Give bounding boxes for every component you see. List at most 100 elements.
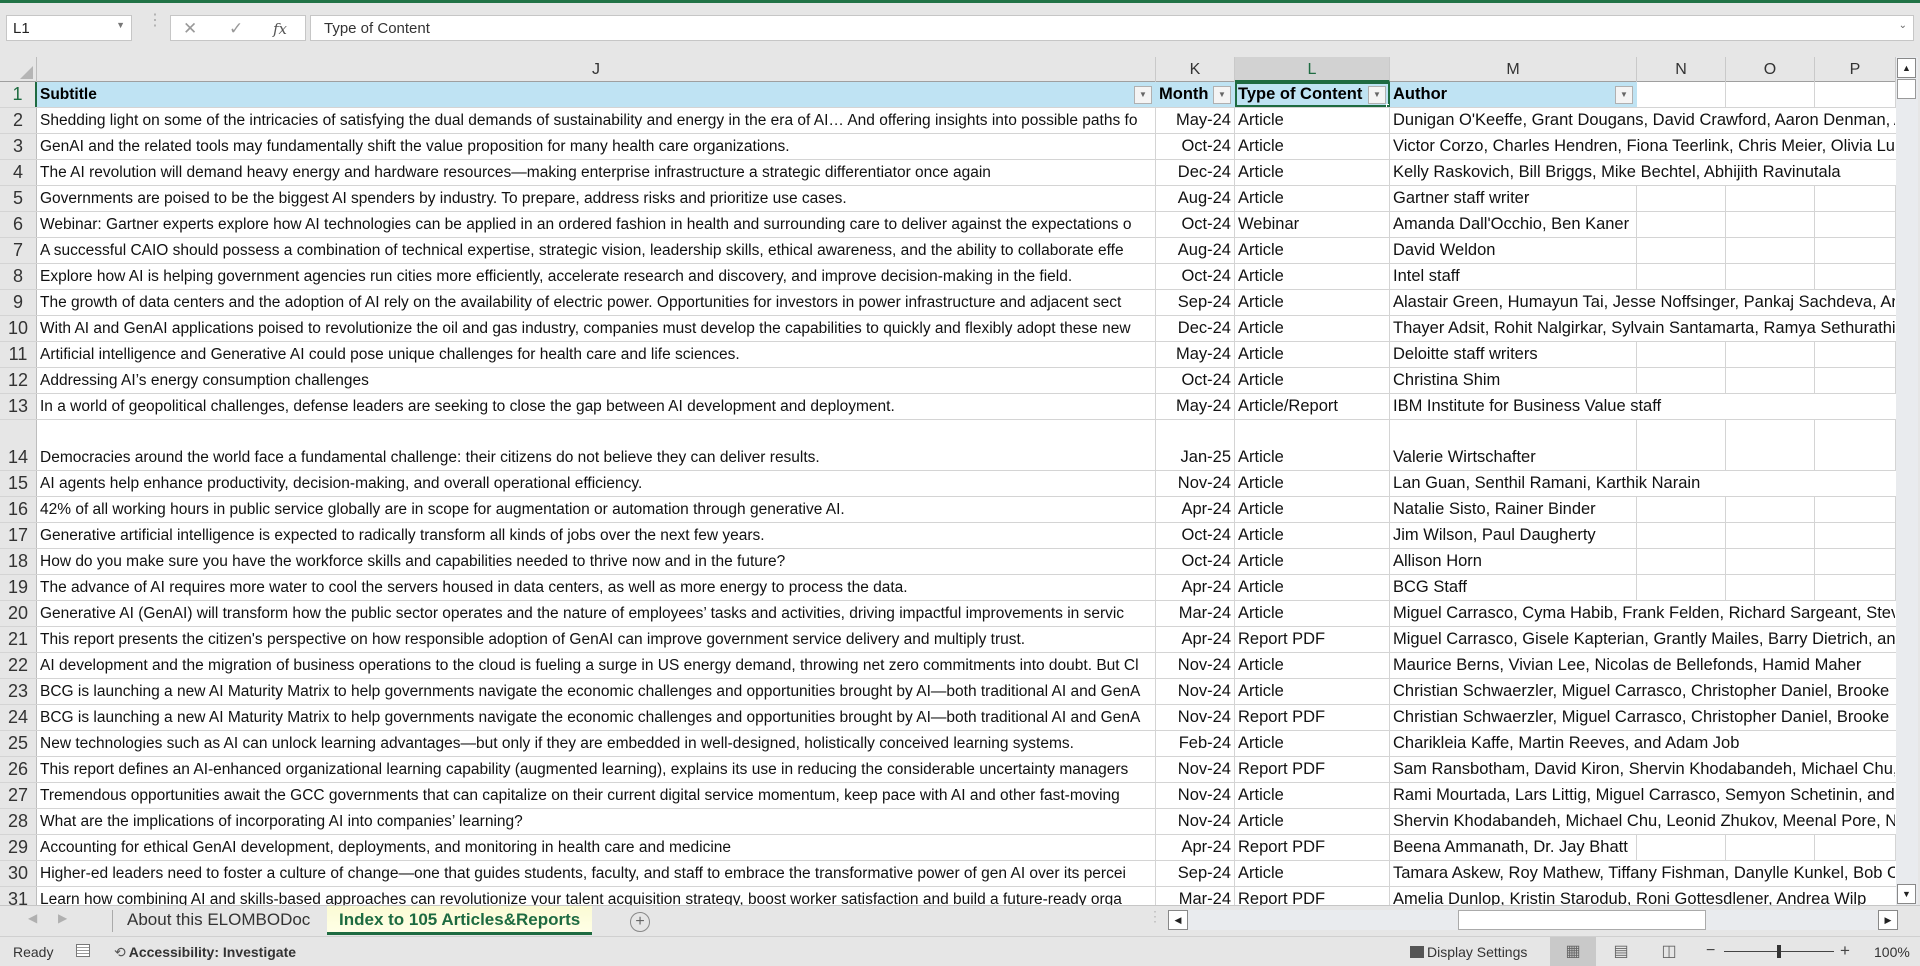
cell-type[interactable]: Article xyxy=(1235,497,1390,522)
row-header[interactable]: 13 xyxy=(0,394,37,419)
cell-author[interactable]: Maurice Berns, Vivian Lee, Nicolas de Be… xyxy=(1390,653,1896,678)
cell-type[interactable]: Webinar xyxy=(1235,212,1390,237)
cell-subtitle[interactable]: Governments are poised to be the biggest… xyxy=(37,186,1156,211)
cell-subtitle[interactable]: Artificial intelligence and Generative A… xyxy=(37,342,1156,367)
cell-month[interactable]: Aug-24 xyxy=(1156,186,1235,211)
accessibility-checker[interactable]: ⟲ Accessibility: Investigate xyxy=(114,944,296,961)
row-header[interactable]: 3 xyxy=(0,134,37,159)
cell-type[interactable]: Report PDF xyxy=(1235,705,1390,730)
column-header-p[interactable]: P xyxy=(1815,57,1896,82)
cell-author[interactable]: Natalie Sisto, Rainer Binder xyxy=(1390,497,1637,522)
page-break-preview-icon[interactable]: ◫ xyxy=(1646,937,1692,966)
cell-subtitle[interactable]: How do you make sure you have the workfo… xyxy=(37,549,1156,574)
cell-author[interactable]: Tamara Askew, Roy Mathew, Tiffany Fishma… xyxy=(1390,861,1896,886)
cell-author[interactable]: IBM Institute for Business Value staff xyxy=(1390,394,1896,419)
cell-month[interactable]: Nov-24 xyxy=(1156,653,1235,678)
cell-subtitle[interactable]: AI agents help enhance productivity, dec… xyxy=(37,471,1156,496)
cell[interactable] xyxy=(1726,523,1815,548)
horizontal-scrollbar[interactable]: ◀ ▶ xyxy=(1168,910,1898,930)
cell[interactable] xyxy=(1637,82,1726,107)
cell-month[interactable]: Nov-24 xyxy=(1156,809,1235,834)
cell-author[interactable]: David Weldon xyxy=(1390,238,1637,263)
zoom-slider[interactable]: − + xyxy=(1706,941,1856,960)
row-header[interactable]: 28 xyxy=(0,809,37,834)
cell-author[interactable]: Lan Guan, Senthil Ramani, Karthik Narain xyxy=(1390,471,1896,496)
cancel-icon[interactable]: ✕ xyxy=(183,19,197,39)
prev-sheet-icon[interactable]: ◀ xyxy=(28,911,37,925)
cell-subtitle[interactable]: A successful CAIO should possess a combi… xyxy=(37,238,1156,263)
cell-type[interactable]: Article xyxy=(1235,160,1390,185)
cell-author[interactable]: Victor Corzo, Charles Hendren, Fiona Tee… xyxy=(1390,134,1896,159)
zoom-percentage[interactable]: 100% xyxy=(1874,944,1910,960)
cell-subtitle[interactable]: BCG is launching a new AI Maturity Matri… xyxy=(37,705,1156,730)
cell-month[interactable]: Apr-24 xyxy=(1156,835,1235,860)
row-header[interactable]: 4 xyxy=(0,160,37,185)
cell[interactable] xyxy=(1726,82,1815,107)
vertical-scroll-thumb[interactable] xyxy=(1897,79,1916,99)
formula-bar-resize-handle[interactable]: ⋮ xyxy=(147,13,163,29)
cell-subtitle[interactable]: This report presents the citizen's persp… xyxy=(37,627,1156,652)
cell[interactable] xyxy=(1815,835,1896,860)
cell-month[interactable]: May-24 xyxy=(1156,108,1235,133)
formula-input[interactable]: Type of Content ⌄ xyxy=(310,15,1914,41)
row-header[interactable]: 22 xyxy=(0,653,37,678)
cell-type[interactable]: Article/Report xyxy=(1235,394,1390,419)
cell-author[interactable]: Rami Mourtada, Lars Littig, Miguel Carra… xyxy=(1390,783,1896,808)
cell-author[interactable]: Jim Wilson, Paul Daugherty xyxy=(1390,523,1637,548)
display-settings-button[interactable]: Display Settings xyxy=(1410,944,1527,960)
cell-subtitle[interactable]: The AI revolution will demand heavy ener… xyxy=(37,160,1156,185)
cell-author[interactable]: Alastair Green, Humayun Tai, Jesse Noffs… xyxy=(1390,290,1896,315)
row-header[interactable]: 11 xyxy=(0,342,37,367)
cell-month[interactable]: Mar-24 xyxy=(1156,887,1235,905)
normal-view-icon[interactable]: ▦ xyxy=(1550,937,1596,966)
cell[interactable] xyxy=(1815,342,1896,367)
cell[interactable] xyxy=(1637,420,1726,470)
cell-month[interactable]: May-24 xyxy=(1156,394,1235,419)
cell-type[interactable]: Article xyxy=(1235,238,1390,263)
cell-subtitle[interactable]: In a world of geopolitical challenges, d… xyxy=(37,394,1156,419)
header-cell-subtitle[interactable]: Subtitle ▼ xyxy=(37,82,1156,107)
filter-dropdown-icon[interactable]: ▼ xyxy=(1134,86,1152,104)
cell-subtitle[interactable]: GenAI and the related tools may fundamen… xyxy=(37,134,1156,159)
row-header[interactable]: 17 xyxy=(0,523,37,548)
row-header[interactable]: 21 xyxy=(0,627,37,652)
cell[interactable] xyxy=(1815,212,1896,237)
cell[interactable] xyxy=(1726,835,1815,860)
cell[interactable] xyxy=(1637,575,1726,600)
row-header[interactable]: 29 xyxy=(0,835,37,860)
row-header[interactable]: 16 xyxy=(0,497,37,522)
cell-type[interactable]: Article xyxy=(1235,861,1390,886)
cell-author[interactable]: Christian Schwaerzler, Miguel Carrasco, … xyxy=(1390,679,1896,704)
cell-subtitle[interactable]: This report defines an AI-enhanced organ… xyxy=(37,757,1156,782)
cell[interactable] xyxy=(1726,238,1815,263)
cell-subtitle[interactable]: The advance of AI requires more water to… xyxy=(37,575,1156,600)
cell[interactable] xyxy=(1637,523,1726,548)
cell[interactable] xyxy=(1637,368,1726,393)
cell-subtitle[interactable]: 42% of all working hours in public servi… xyxy=(37,497,1156,522)
cell[interactable] xyxy=(1815,523,1896,548)
cell-month[interactable]: Oct-24 xyxy=(1156,368,1235,393)
row-header[interactable]: 8 xyxy=(0,264,37,289)
column-header-o[interactable]: O xyxy=(1726,57,1815,82)
cell-month[interactable]: Oct-24 xyxy=(1156,212,1235,237)
cell-month[interactable]: Oct-24 xyxy=(1156,264,1235,289)
cell-month[interactable]: Nov-24 xyxy=(1156,705,1235,730)
cell[interactable] xyxy=(1637,342,1726,367)
cell-month[interactable]: Nov-24 xyxy=(1156,471,1235,496)
cell-type[interactable]: Report PDF xyxy=(1235,757,1390,782)
insert-function-icon[interactable]: fx xyxy=(273,20,287,38)
row-header[interactable]: 6 xyxy=(0,212,37,237)
cell[interactable] xyxy=(1726,420,1815,470)
cell-type[interactable]: Article xyxy=(1235,368,1390,393)
horizontal-scroll-thumb[interactable] xyxy=(1458,910,1706,930)
cell-author[interactable]: Beena Ammanath, Dr. Jay Bhatt xyxy=(1390,835,1637,860)
cell-month[interactable]: Sep-24 xyxy=(1156,861,1235,886)
cell-type[interactable]: Article xyxy=(1235,679,1390,704)
cell-author[interactable]: Miguel Carrasco, Cyma Habib, Frank Felde… xyxy=(1390,601,1896,626)
cell[interactable] xyxy=(1815,368,1896,393)
filter-dropdown-icon[interactable]: ▼ xyxy=(1368,86,1386,104)
scroll-right-icon[interactable]: ▶ xyxy=(1878,910,1898,930)
cell-subtitle[interactable]: New technologies such as AI can unlock l… xyxy=(37,731,1156,756)
row-header[interactable]: 19 xyxy=(0,575,37,600)
macro-recording-icon[interactable] xyxy=(76,944,90,957)
